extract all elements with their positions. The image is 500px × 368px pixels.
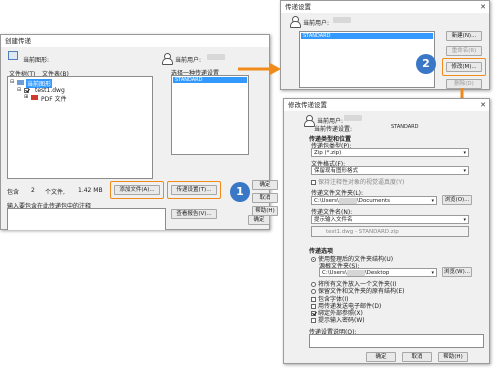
prompt-password-checkbox[interactable]: 提示输入密码(W) [311,315,365,324]
current-user-label: 当前用户: [175,57,202,64]
user-name-blurred [333,17,351,23]
summary-count: 2 [31,187,35,194]
browse-source-button[interactable]: 浏览(W)... [442,267,472,277]
chevron-down-icon: ▾ [463,168,466,174]
user-icon [290,16,301,28]
rename-setup-button[interactable]: 重命名(R) [446,46,482,56]
tree-child-item[interactable]: test1.dwg [35,87,65,94]
checkbox-icon[interactable] [311,318,316,323]
modify-ok-button[interactable]: 确定 [366,352,396,362]
arrow-right-icon [238,63,281,75]
tree-expand-icon[interactable]: ⊟ [10,79,14,85]
add-file-highlight [110,181,164,199]
modify-highlight [442,58,486,76]
file-name-select[interactable]: 提示输入文件名 ▾ [311,215,469,224]
modify-cancel-button[interactable]: 取消 [402,352,432,362]
file-format-value: 保留现有图形格式 [314,168,359,174]
file-name-value: 提示输入文件名 [314,217,353,223]
folder-value-suffix: \Documents [356,198,391,204]
transmittal-setup-highlight [167,181,221,199]
file-format-select[interactable]: 保留现有图形格式 ▾ [311,166,469,175]
drawing-icon [8,51,18,60]
folder-select[interactable]: C:\Users\ \Documents ▾ [311,196,437,205]
dialog-title: 修改传递设置 [284,99,489,111]
tree-checkbox[interactable] [24,87,31,94]
package-type-select[interactable]: Zip (*.zip) ▾ [311,148,469,157]
ok-button[interactable]: 确定 [248,215,270,225]
source-root-prefix: C:\Users\ [322,270,347,276]
main-cancel-button[interactable]: 取消 [252,193,278,203]
folder-icon [17,80,24,85]
summary-label: 包含 [7,189,20,196]
folder-value-prefix: C:\Users\ [314,198,339,204]
setups-list[interactable]: STANDARD [299,31,435,88]
package-type-value: Zip (*.zip) [314,150,342,156]
setups-list-item[interactable]: STANDARD [301,33,433,39]
view-report-button[interactable]: 查看报告(V)... [171,209,217,219]
file-name-preview-text: test1.dwg - STANDARD.zip [326,229,399,235]
tree-expand-icon[interactable]: ⊟ [17,87,21,93]
radio-selected-icon[interactable] [311,257,316,262]
current-drawing-label: 当前图形: [23,57,50,64]
summary-files-label: 个文件, [45,189,65,196]
main-ok-button[interactable]: 确定 [252,180,278,190]
close-icon[interactable]: ✕ [480,99,486,111]
user-icon [304,115,315,127]
current-setup-value: STANDARD [391,124,419,130]
chevron-down-icon: ▾ [431,198,434,204]
visual-fidelity-label: 保持注释性对象的视觉逼真度(Y) [318,179,405,186]
modify-setup-dialog: 修改传递设置 ✕ 当前用户: 当前传递设置: STANDARD 传递类型和位置 … [283,98,490,364]
chevron-down-icon: ▾ [463,150,466,156]
dialog-title: 传递设置 [281,1,489,13]
pdf-icon [31,95,38,100]
user-name-blurred [344,115,362,121]
tree-grandchild-item[interactable]: PDF 文件 [41,94,67,103]
blurred-username [346,269,365,276]
setup-list[interactable]: STANDARD [171,75,249,155]
source-root-select[interactable]: C:\Users\ \Desktop ▾ [319,268,437,277]
summary-size: 1.42 MB [78,187,103,194]
current-user-label: 当前用户: [303,20,330,27]
description-textarea[interactable] [309,334,484,348]
blurred-username [338,197,357,204]
prompt-password-label: 提示输入密码(W) [318,317,365,324]
current-setup-label: 当前传递设置: [314,126,353,133]
visual-fidelity-checkbox[interactable]: 保持注释性对象的视觉逼真度(Y) [311,177,404,186]
user-name-blurred [207,54,225,60]
modify-help-button[interactable]: 帮助(H) [438,352,468,362]
checked-icon[interactable] [24,88,29,93]
chevron-down-icon: ▾ [463,217,466,223]
close-icon[interactable]: ✕ [480,1,486,13]
setup-list-item[interactable]: STANDARD [173,77,247,83]
transmittal-setups-dialog: 传递设置 ✕ 当前用户: STANDARD 新建(N)... 重命名(R) 修改… [280,0,490,90]
source-root-suffix: \Desktop [364,270,390,276]
file-name-preview: test1.dwg - STANDARD.zip [311,226,469,237]
step-2-badge: 2 [416,54,436,74]
notes-textarea[interactable] [7,208,166,230]
new-setup-button[interactable]: 新建(N)... [446,31,482,41]
browse-folder-button[interactable]: 浏览(O)... [442,195,472,205]
tree-expand-icon[interactable]: ⊞ [24,94,28,100]
main-help-button[interactable]: 帮助(H) [252,206,278,216]
dialog-title: 创建传递 [1,35,269,47]
chevron-down-icon: ▾ [431,270,434,276]
create-transmittal-dialog: 创建传递 当前图形: 文件树(T) 文件表(B) ⊟ 当前图形 ⊟ test1.… [0,34,270,230]
user-icon [162,53,173,65]
checkbox-icon[interactable] [311,180,316,185]
file-tree-panel[interactable]: ⊟ 当前图形 ⊟ test1.dwg ⊞ PDF 文件 [7,76,153,179]
step-1-badge: 1 [230,182,250,202]
